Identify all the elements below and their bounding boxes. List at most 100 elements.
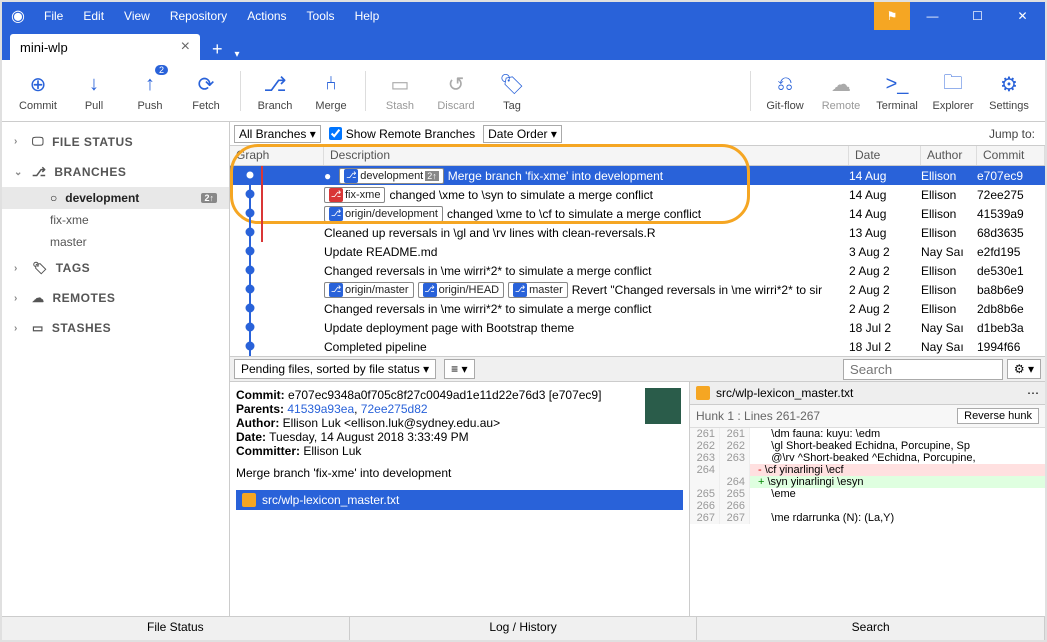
pull-button[interactable]: ↓Pull: [66, 61, 122, 121]
hunk-label: Hunk 1 : Lines 261-267: [696, 409, 820, 423]
col-graph[interactable]: Graph: [230, 146, 324, 165]
menu-actions[interactable]: Actions: [237, 9, 296, 23]
commit-row[interactable]: Update README.md3 Aug 2Nay Saıe2fd195: [230, 242, 1045, 261]
commit-row[interactable]: ⎇origin/development changed \xme to \cf …: [230, 204, 1045, 223]
toolbar: ⊕Commit↓Pull↑Push2⟳Fetch ⎇Branch⑃Merge ▭…: [2, 60, 1045, 122]
commit-row[interactable]: Changed reversals in \me wirri*2* to sim…: [230, 261, 1045, 280]
sort-select[interactable]: Pending files, sorted by file status ▾: [234, 359, 436, 379]
filter-bar: All Branches ▾ Show Remote Branches Date…: [230, 122, 1045, 146]
discard-button[interactable]: ↺Discard: [428, 61, 484, 121]
branch-fix-xme[interactable]: fix-xme: [2, 209, 229, 231]
col-author[interactable]: Author: [921, 146, 977, 165]
git-flow-button[interactable]: ⎌Git-flow: [757, 61, 813, 121]
commit-row[interactable]: ●⎇development 2↑ Merge branch 'fix-xme' …: [230, 166, 1045, 185]
explorer-button[interactable]: 🗀Explorer: [925, 61, 981, 121]
section-branches[interactable]: ⌄⎇BRANCHES: [2, 157, 229, 187]
commit-row[interactable]: Update deployment page with Bootstrap th…: [230, 318, 1045, 337]
new-tab-button[interactable]: +: [200, 39, 235, 60]
section-remotes[interactable]: ›☁REMOTES: [2, 283, 229, 313]
commit-row[interactable]: Completed pipeline18 Jul 2Nay Saı1994f66: [230, 337, 1045, 356]
branch-chip[interactable]: ⎇fix-xme: [324, 187, 385, 203]
branch-chip[interactable]: ⎇origin/development: [324, 206, 443, 222]
col-description[interactable]: Description: [324, 146, 849, 165]
close-button[interactable]: ✕: [1000, 2, 1045, 30]
diff-line[interactable]: 261261 \dm fauna: kuyu: \edm: [690, 428, 1045, 440]
section-icon: ▭: [32, 321, 44, 335]
parent-link[interactable]: 41539a93ea: [287, 402, 354, 416]
section-icon: 🏷: [32, 261, 48, 275]
search-input[interactable]: [843, 359, 1003, 380]
diff-line[interactable]: 266266: [690, 500, 1045, 512]
menu-edit[interactable]: Edit: [73, 9, 114, 23]
jump-to-label[interactable]: Jump to:: [989, 127, 1041, 141]
branch-master[interactable]: master: [2, 231, 229, 253]
branch-button[interactable]: ⎇Branch: [247, 61, 303, 121]
tag-button[interactable]: 🏷Tag: [484, 61, 540, 121]
settings-gear-icon[interactable]: ⚙ ▾: [1007, 359, 1041, 379]
branch-icon: ⎇: [263, 70, 286, 100]
parent-link[interactable]: 72ee275d82: [361, 402, 428, 416]
diff-line[interactable]: 267267 \me rdarrunka (N): (La,Y): [690, 512, 1045, 524]
commit-row[interactable]: ⎇origin/master ⎇origin/HEAD ⎇master Reve…: [230, 280, 1045, 299]
diff-line[interactable]: 264+ \syn yinarlingi \esyn: [690, 476, 1045, 488]
show-remote-checkbox[interactable]: Show Remote Branches: [329, 127, 475, 141]
tab-dropdown-icon[interactable]: ▾: [235, 49, 240, 60]
bottom-tab-search[interactable]: Search: [697, 617, 1045, 640]
menu-view[interactable]: View: [114, 9, 160, 23]
col-commit[interactable]: Commit: [977, 146, 1045, 165]
flag-button[interactable]: ⚑: [874, 2, 910, 30]
remote-icon: ☁: [831, 70, 851, 100]
bottom-tab-file-status[interactable]: File Status: [2, 617, 350, 640]
tag-icon: 🏷: [499, 70, 524, 100]
branch-filter-select[interactable]: All Branches ▾: [234, 125, 321, 143]
branch-development[interactable]: ○development2↑: [2, 187, 229, 209]
changed-file-item[interactable]: src/wlp-lexicon_master.txt: [236, 490, 683, 510]
diff-line[interactable]: 262262 \gl Short-beaked Echidna, Porcupi…: [690, 440, 1045, 452]
order-select[interactable]: Date Order ▾: [483, 125, 562, 143]
section-icon: 🖵: [32, 134, 44, 149]
bottom-tab-log---history[interactable]: Log / History: [350, 617, 698, 640]
explorer-icon: 🗀: [943, 70, 963, 100]
file-modified-icon: [242, 493, 256, 507]
remote-button[interactable]: ☁Remote: [813, 61, 869, 121]
menu-tools[interactable]: Tools: [297, 9, 345, 23]
section-stashes[interactable]: ›▭STASHES: [2, 313, 229, 343]
tab-close-icon[interactable]: ×: [181, 38, 190, 56]
commit-button[interactable]: ⊕Commit: [10, 61, 66, 121]
terminal-button[interactable]: >_Terminal: [869, 61, 925, 121]
section-file-status[interactable]: ›🖵FILE STATUS: [2, 126, 229, 157]
diff-line[interactable]: 265265 \eme: [690, 488, 1045, 500]
reverse-hunk-button[interactable]: Reverse hunk: [957, 408, 1039, 424]
section-tags[interactable]: ›🏷TAGS: [2, 253, 229, 283]
terminal-icon: >_: [886, 70, 909, 100]
branch-chip[interactable]: ⎇master: [508, 282, 568, 298]
commit-detail-pane: Commit: e707ec9348a0f705c8f27c0049ad1e11…: [230, 382, 690, 616]
app-logo: ◉: [2, 6, 34, 26]
stash-button[interactable]: ▭Stash: [372, 61, 428, 121]
commit-row[interactable]: ⎇fix-xme changed \xme to \syn to simulat…: [230, 185, 1045, 204]
minimize-button[interactable]: —: [910, 2, 955, 30]
repo-tab[interactable]: mini-wlp ×: [10, 34, 200, 60]
commit-header-row: Graph Description Date Author Commit: [230, 146, 1045, 166]
fetch-button[interactable]: ⟳Fetch: [178, 61, 234, 121]
titlebar: ◉ FileEditViewRepositoryActionsToolsHelp…: [2, 2, 1045, 30]
menu-repository[interactable]: Repository: [160, 9, 237, 23]
view-select[interactable]: ≡ ▾: [444, 359, 474, 379]
diff-line[interactable]: 264- \cf yinarlingi \ecf: [690, 464, 1045, 476]
merge-button[interactable]: ⑃Merge: [303, 61, 359, 121]
branch-chip[interactable]: ⎇development 2↑: [339, 168, 444, 184]
branch-chip[interactable]: ⎇origin/master: [324, 282, 414, 298]
col-date[interactable]: Date: [849, 146, 921, 165]
commit-row[interactable]: Changed reversals in \me wirri*2* to sim…: [230, 299, 1045, 318]
branch-chip[interactable]: ⎇origin/HEAD: [418, 282, 505, 298]
maximize-button[interactable]: ☐: [955, 2, 1000, 30]
menu-file[interactable]: File: [34, 9, 73, 23]
diff-line[interactable]: 263263 @\rv ^Short-beaked ^Echidna, Porc…: [690, 452, 1045, 464]
menu-help[interactable]: Help: [345, 9, 390, 23]
settings-button[interactable]: ⚙Settings: [981, 61, 1037, 121]
commit-row[interactable]: Cleaned up reversals in \gl and \rv line…: [230, 223, 1045, 242]
discard-icon: ↺: [448, 70, 465, 100]
stash-icon: ▭: [391, 70, 410, 100]
push-button[interactable]: ↑Push2: [122, 61, 178, 121]
diff-menu-icon[interactable]: ⋯: [1027, 386, 1039, 400]
